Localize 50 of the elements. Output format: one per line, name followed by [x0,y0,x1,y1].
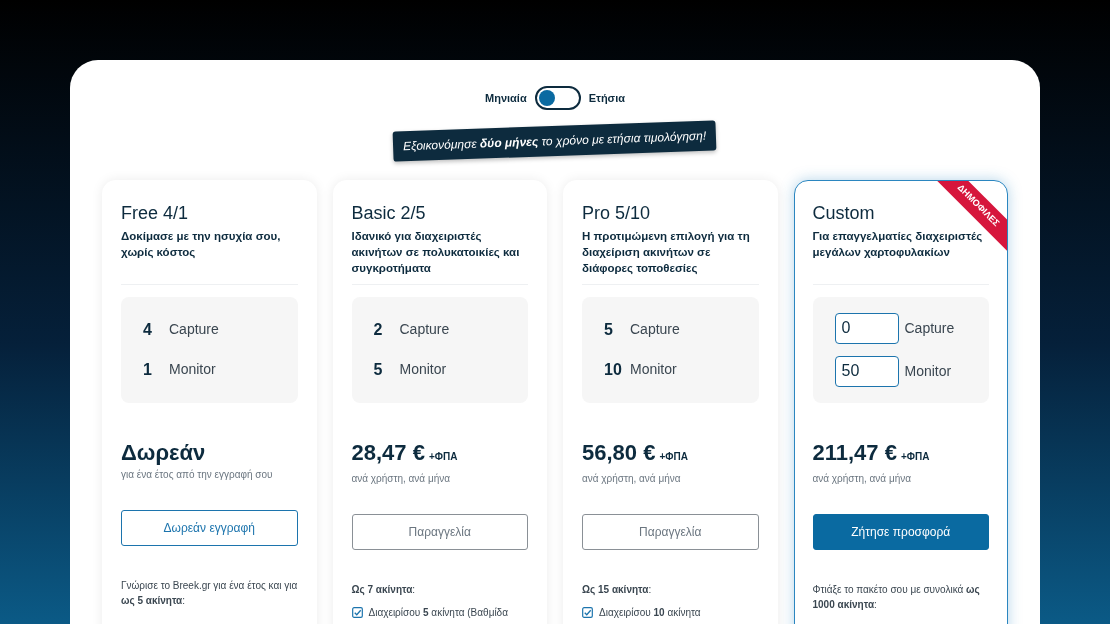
vat-suffix: +ΦΠΑ [900,449,930,464]
plan-description: Η προτιμώμενη επιλογή για τη διαχείριση ακινήτων σε διάφορες τοποθεσίες [582,228,751,276]
billing-option-label[interactable]: Μηνιαία [485,89,527,107]
plan-title: Basic 2/5 [351,203,427,225]
plan-title: Pro 5/10 [582,203,652,225]
quantity-value: 4 [143,319,153,340]
promo-banner: Εξοικονόμησε δύο μήνες το χρόνο με ετήσια τιμολόγηση! [392,120,718,162]
feature-text: Διαχειρίσου 5 ακίνητα (Βαθμίδα [368,605,508,620]
quantity-label: Capture [630,320,680,340]
quantity-label: Capture [399,320,450,340]
plan-title: Free 4/1 [121,203,190,225]
features-intro: Ως 15 ακίνητα: [582,582,653,597]
quantity-label: Monitor [399,360,447,380]
billing-option-label[interactable]: Ετήσια [588,89,625,107]
features-intro: Φτιάξε το πακέτο σου με συνολικά ως 1000 ακίνητα: [812,582,981,612]
quantity-value: 5 [373,359,384,380]
plan-button[interactable]: Ζήτησε προσφορά [812,513,989,550]
checked-checkbox-icon[interactable] [351,606,363,618]
quantity-label: Monitor [169,360,216,380]
quantity-value: 1 [143,359,153,380]
quantity-value: 2 [373,319,384,340]
quantity-label: Capture [169,320,219,340]
price-value: 28,47 € [351,438,425,467]
plan-description: Ιδανικό για διαχειριστές ακινήτων σε πολυκατοικίες και συγκροτήματα [351,228,521,276]
quantity-label: Capture [904,318,955,338]
price-value: Δωρεάν [121,438,206,467]
plan-description: Δοκίμασε με την ησυχία σου, χωρίς κόστος [121,228,282,260]
feature-text: Διαχειρίσου 10 ακίνητα [599,605,701,620]
billing-toggle[interactable] [534,86,581,110]
price-note: για ένα έτος από την εγγραφή σου [121,467,274,482]
quantity-input[interactable]: 0 [834,312,899,344]
price-note: ανά χρήστη, ανά μήνα [582,471,682,486]
price-value: 211,47 € [812,438,897,467]
vat-suffix: +ΦΠΑ [659,449,688,464]
features-intro: Γνώρισε το Breek.gr για ένα έτος και για ως 5 ακίνητα: [121,578,298,608]
price-value: 56,80 € [582,438,656,467]
plan-button[interactable]: Παραγγελία [582,513,759,550]
price-note: ανά χρήστη, ανά μήνα [351,471,452,486]
quantity-label: Monitor [904,361,952,381]
checked-checkbox-icon[interactable] [582,606,593,618]
vat-suffix: +ΦΠΑ [428,449,458,464]
plan-button[interactable]: Δωρεάν εγγραφή [121,509,298,546]
quantity-input[interactable]: 50 [834,355,899,387]
plan-description: Για επαγγελματίες διαχειριστές μεγάλων χαρτοφυλακίων [812,228,984,260]
price-note: ανά χρήστη, ανά μήνα [812,471,913,486]
plan-button[interactable]: Παραγγελία [351,513,528,550]
quantity-label: Monitor [630,360,677,380]
quantity-value: 5 [604,319,614,340]
quantity-value: 10 [604,359,623,380]
features-intro: Ως 7 ακίνητα: [351,582,417,597]
